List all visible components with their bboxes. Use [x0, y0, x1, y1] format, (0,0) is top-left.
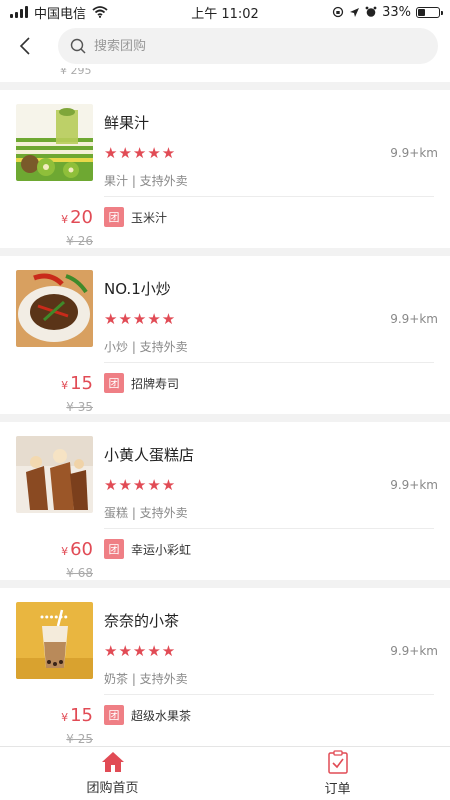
divider — [104, 362, 434, 363]
carrier-label: 中国电信 — [34, 6, 87, 22]
shop-tags: 奶茶 | 支持外卖 — [104, 672, 188, 686]
shop-card[interactable]: NO.1小炒 ★★★★★ 9.9+km 小炒 | 支持外卖 ¥15 ¥ 35 团… — [0, 256, 450, 414]
search-bar[interactable] — [58, 28, 438, 64]
group-deal-badge: 团 — [104, 207, 124, 227]
chevron-left-icon — [19, 37, 30, 55]
deal-item[interactable]: 团 玉米汁 — [104, 207, 167, 227]
shop-list[interactable]: ¥ 295 鲜果汁 ★★★★★ 9.9+km 果汁 | 支持外卖 ¥ 20 ¥ … — [0, 68, 450, 746]
shop-card[interactable]: ● ● ● ● ● ● 奈奈的小茶 ★★★★★ 9.9+km 奶茶 | 支持外卖… — [0, 588, 450, 746]
divider — [104, 528, 434, 529]
price-value: 15 — [70, 705, 93, 726]
currency-symbol: ¥ — [61, 545, 69, 558]
deal-price: ¥60 — [61, 539, 93, 560]
deal-name: 玉米汁 — [131, 210, 168, 225]
battery-percent: 33% — [382, 4, 411, 20]
lock-rotation-icon — [332, 6, 344, 18]
group-deal-badge: 团 — [104, 373, 124, 393]
shop-name: 奈奈的小茶 — [104, 612, 180, 630]
wifi-icon — [92, 6, 108, 18]
rating-stars: ★★★★★ — [104, 144, 177, 162]
price-value: 60 — [70, 539, 93, 560]
deal-item[interactable]: 团 幸运小彩虹 — [104, 539, 191, 559]
group-deal-badge: 团 — [104, 705, 124, 725]
deal-item[interactable]: 团 招牌寿司 — [104, 373, 179, 393]
header — [0, 24, 450, 68]
deal-name: 招牌寿司 — [131, 376, 180, 391]
deal-name: 超级水果茶 — [131, 708, 192, 723]
original-price: ¥ 35 — [66, 400, 93, 414]
deal-price: ¥20 — [61, 207, 93, 228]
shop-name: 鲜果汁 — [104, 114, 150, 132]
tab-orders-label: 订单 — [324, 782, 351, 797]
original-price: ¥ 25 — [66, 732, 93, 746]
group-deal-badge: 团 — [104, 539, 124, 559]
location-icon — [350, 7, 360, 17]
deal-name: 幸运小彩虹 — [131, 542, 192, 557]
tab-home-label: 团购首页 — [86, 781, 139, 796]
shop-name: NO.1小炒 — [104, 280, 171, 298]
svg-text:● ● ● ● ● ●: ● ● ● ● ● ● — [40, 614, 68, 619]
deal-price: ¥15 — [61, 373, 93, 394]
battery-icon — [416, 6, 443, 18]
stir-fry-image — [16, 270, 93, 347]
milk-tea-image: ● ● ● ● ● ● — [16, 602, 93, 679]
status-bar: 中国电信 上午 11:02 33% — [0, 0, 450, 24]
shop-name: 小黄人蛋糕店 — [104, 446, 195, 464]
kiwi-juice-image — [16, 104, 93, 181]
currency-symbol: ¥ — [61, 711, 69, 724]
currency-symbol: ¥ — [61, 379, 69, 392]
price-value: 15 — [70, 373, 93, 394]
original-price: ¥ 26 — [66, 234, 93, 248]
price-value: 20 — [70, 207, 93, 228]
search-icon — [70, 38, 86, 54]
rating-stars: ★★★★★ — [104, 310, 177, 328]
divider — [104, 694, 434, 695]
home-icon — [101, 752, 124, 772]
distance: 9.9+km — [390, 146, 438, 160]
deal-item[interactable]: 团 超级水果茶 — [104, 705, 191, 725]
distance: 9.9+km — [390, 644, 438, 658]
tab-home[interactable]: 团购首页 — [0, 747, 225, 800]
shop-card[interactable]: 鲜果汁 ★★★★★ 9.9+km 果汁 | 支持外卖 ¥20 ¥ 26 团 玉米… — [0, 90, 450, 248]
shop-tags: 小炒 | 支持外卖 — [104, 340, 188, 354]
tab-bar: 团购首页 订单 — [0, 746, 450, 800]
shop-card[interactable]: 小黄人蛋糕店 ★★★★★ 9.9+km 蛋糕 | 支持外卖 ¥60 ¥ 68 团… — [0, 422, 450, 580]
rating-stars: ★★★★★ — [104, 476, 177, 494]
rating-stars: ★★★★★ — [104, 642, 177, 660]
distance: 9.9+km — [390, 478, 438, 492]
deal-price: ¥15 — [61, 705, 93, 726]
cake-image — [16, 436, 93, 513]
distance: 9.9+km — [390, 312, 438, 326]
tab-orders[interactable]: 订单 — [225, 747, 450, 800]
clipboard-check-icon — [327, 750, 348, 774]
original-price: ¥ 68 — [66, 566, 93, 580]
original-price: ¥ 295 — [60, 68, 92, 77]
search-input[interactable] — [94, 38, 394, 54]
shop-tags: 蛋糕 | 支持外卖 — [104, 506, 188, 520]
shop-tags: 果汁 | 支持外卖 — [104, 174, 188, 188]
partial-list-item: ¥ 295 — [0, 68, 450, 82]
currency-symbol: ¥ — [61, 213, 69, 226]
alarm-icon — [365, 6, 377, 17]
signal-icon — [10, 6, 28, 18]
back-button[interactable] — [10, 26, 40, 66]
divider — [104, 196, 434, 197]
